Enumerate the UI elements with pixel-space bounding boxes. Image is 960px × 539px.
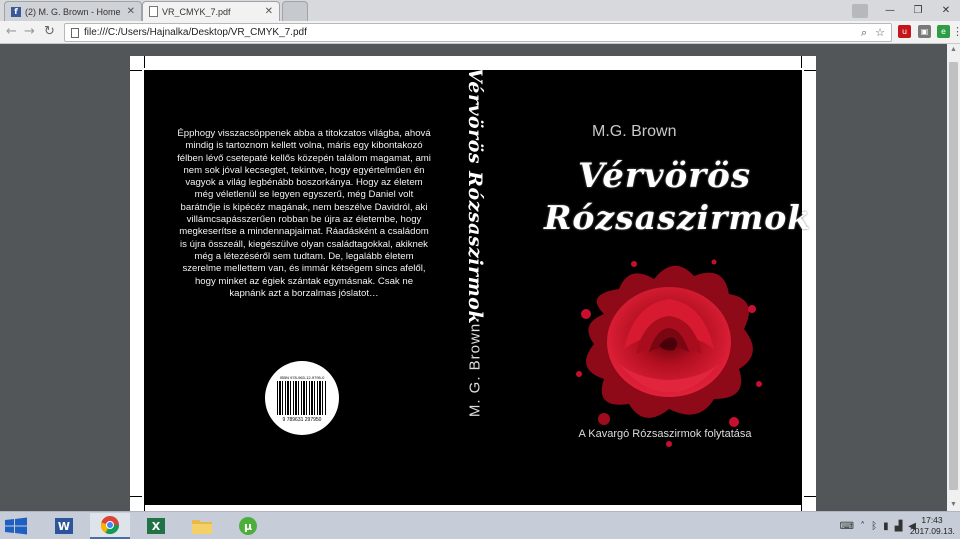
- isbn-barcode: ISBN 978-963-12-9795-0 9 789631 297950: [265, 361, 339, 435]
- new-tab-button[interactable]: [282, 1, 308, 21]
- crop-mark: [144, 499, 145, 511]
- word-icon: W: [55, 518, 73, 534]
- pdf-page: Épphogy visszacsöppenek abba a titokzato…: [130, 56, 816, 511]
- front-title-line2: Rózsaszirmok: [544, 198, 812, 237]
- front-title-line1: Vérvörös: [578, 156, 751, 196]
- crop-mark: [130, 70, 142, 71]
- address-url[interactable]: file:///C:/Users/Hajnalka/Desktop/VR_CMY…: [84, 27, 853, 38]
- taskbar: W X µ ⌨ ˄ ᛒ ▮ ▟ ◀ 17:43 2017.09.13.: [0, 511, 960, 539]
- svg-text:X: X: [152, 520, 161, 533]
- crop-mark: [804, 496, 816, 497]
- book-spine: Vérvörös Rózsaszirmok M. G. Brown: [458, 67, 492, 505]
- signal-icon[interactable]: ▟: [895, 521, 903, 532]
- front-subtitle: A Kavargó Rózsaszirmok folytatása: [578, 428, 752, 440]
- close-icon[interactable]: ✕: [265, 6, 273, 17]
- svg-text:µ: µ: [244, 520, 252, 533]
- reload-button[interactable]: ↻: [44, 24, 55, 40]
- show-hidden-icons-icon[interactable]: ˄: [860, 521, 865, 532]
- crop-mark: [144, 56, 145, 68]
- windows-start-icon[interactable]: [4, 517, 28, 535]
- chrome-taskbar-button[interactable]: [90, 513, 130, 539]
- address-bar[interactable]: file:///C:/Users/Hajnalka/Desktop/VR_CMY…: [64, 23, 892, 42]
- forward-button[interactable]: →: [24, 24, 35, 40]
- crop-mark: [804, 70, 816, 71]
- clock-date: 2017.09.13.: [910, 526, 955, 536]
- excel-icon: X: [147, 518, 165, 534]
- extension-icon[interactable]: ▣: [918, 25, 931, 38]
- book-cover: Épphogy visszacsöppenek abba a titokzato…: [144, 67, 810, 505]
- tab-title: VR_CMYK_7.pdf: [162, 6, 231, 17]
- minimize-button[interactable]: —: [876, 5, 904, 16]
- file-explorer-taskbar-button[interactable]: [182, 513, 222, 539]
- maximize-button[interactable]: ❐: [904, 5, 932, 16]
- network-icon[interactable]: ▮: [883, 521, 889, 532]
- scroll-down-icon[interactable]: ▼: [947, 499, 960, 511]
- ublock-icon[interactable]: u: [898, 25, 911, 38]
- back-button[interactable]: ←: [6, 24, 17, 40]
- clock[interactable]: 17:43 2017.09.13.: [910, 515, 955, 537]
- bluetooth-icon[interactable]: ᛒ: [871, 521, 877, 532]
- facebook-icon: f: [11, 6, 21, 17]
- tab-title: (2) M. G. Brown - Home: [25, 6, 121, 17]
- word-taskbar-button[interactable]: W: [44, 513, 84, 539]
- front-author: M.G. Brown: [592, 123, 677, 140]
- document-icon: [149, 6, 158, 17]
- zoom-icon[interactable]: ⌕: [861, 26, 867, 40]
- vertical-scrollbar[interactable]: ▲ ▼: [947, 44, 960, 511]
- browser-toolbar: ← → ↻ file:///C:/Users/Hajnalka/Desktop/…: [0, 21, 960, 44]
- system-tray: ⌨ ˄ ᛒ ▮ ▟ ◀: [840, 517, 916, 535]
- excel-taskbar-button[interactable]: X: [136, 513, 176, 539]
- isbn-top: ISBN 978-963-12-9795-0: [279, 375, 325, 380]
- close-window-button[interactable]: ✕: [932, 5, 960, 16]
- tab-strip: f (2) M. G. Brown - Home ✕ VR_CMYK_7.pdf…: [0, 0, 960, 21]
- close-icon[interactable]: ✕: [127, 6, 135, 17]
- spine-title: Vérvörös Rózsaszirmok: [464, 67, 486, 325]
- spine-author: M. G. Brown: [466, 322, 484, 418]
- crop-mark: [801, 56, 802, 68]
- barcode-bars: [277, 381, 327, 415]
- crop-mark: [130, 496, 142, 497]
- scroll-up-icon[interactable]: ▲: [947, 44, 960, 56]
- scroll-thumb[interactable]: [949, 62, 958, 490]
- bookmark-star-icon[interactable]: ☆: [875, 26, 885, 39]
- isbn-bottom: 9 789631 297950: [282, 417, 322, 423]
- chrome-icon: [100, 516, 119, 535]
- window-controls: — ❐ ✕: [852, 0, 960, 21]
- rose-illustration: [576, 259, 762, 447]
- utorrent-taskbar-button[interactable]: µ: [228, 513, 268, 539]
- page-icon: [71, 27, 79, 38]
- rose-petals: [607, 287, 731, 397]
- utorrent-icon: µ: [239, 517, 257, 535]
- user-icon[interactable]: [852, 3, 868, 18]
- clock-time: 17:43: [921, 515, 943, 525]
- menu-icon[interactable]: ⋮: [952, 24, 960, 40]
- crop-mark: [801, 499, 802, 511]
- evernote-icon[interactable]: e: [937, 25, 950, 38]
- svg-text:W: W: [58, 520, 70, 533]
- folder-icon: [192, 520, 212, 534]
- tab-facebook[interactable]: f (2) M. G. Brown - Home ✕: [4, 1, 142, 21]
- tab-pdf[interactable]: VR_CMYK_7.pdf ✕: [142, 1, 280, 21]
- back-cover-blurb: Épphogy visszacsöppenek abba a titokzato…: [177, 128, 431, 299]
- keyboard-icon[interactable]: ⌨: [840, 521, 854, 532]
